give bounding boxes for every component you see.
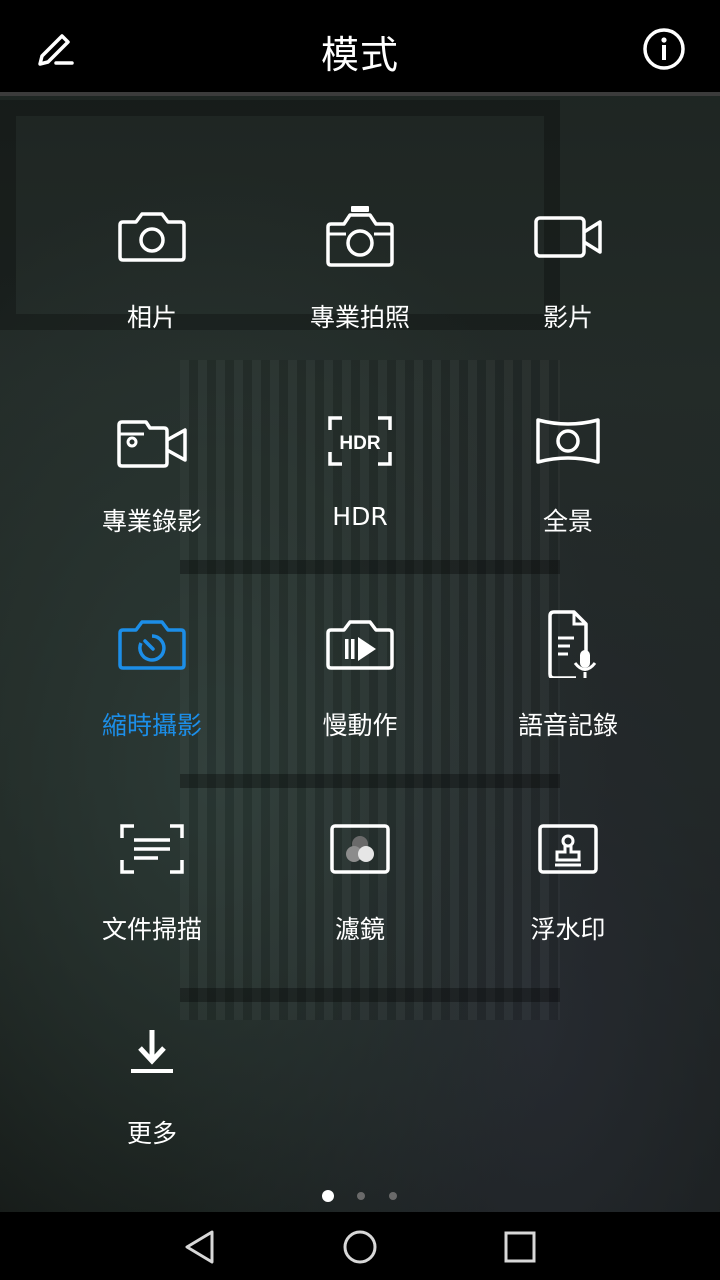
- mode-label: 慢動作: [322, 711, 398, 740]
- info-icon: [643, 28, 685, 70]
- mode-label: 相片: [126, 303, 177, 332]
- mode-label: 縮時攝影: [101, 711, 202, 740]
- mode-label: 濾鏡: [334, 915, 385, 944]
- recents-button[interactable]: [495, 1222, 545, 1272]
- mode-pro-photo[interactable]: 專業拍照: [256, 190, 464, 370]
- top-bar: 模式: [0, 0, 720, 92]
- document-scan-icon: [120, 824, 184, 874]
- panorama-icon: [536, 418, 600, 464]
- mode-video[interactable]: 影片: [464, 190, 672, 370]
- page-dot-active: [322, 1190, 334, 1202]
- mode-more[interactable]: 更多: [48, 1006, 256, 1186]
- mode-slow-motion[interactable]: 慢動作: [256, 598, 464, 778]
- mode-panorama[interactable]: 全景: [464, 394, 672, 574]
- back-button[interactable]: [175, 1222, 225, 1272]
- page-dot: [357, 1192, 365, 1200]
- header-divider: [0, 92, 720, 96]
- navigation-bar: [0, 1212, 720, 1280]
- audio-note-icon: [548, 610, 597, 678]
- watermark-icon: [538, 824, 598, 874]
- mode-photo[interactable]: 相片: [48, 190, 256, 370]
- camera-icon: [118, 212, 186, 262]
- mode-filter[interactable]: 濾鏡: [256, 802, 464, 982]
- mode-watermark[interactable]: 浮水印: [464, 802, 672, 982]
- hdr-icon-text: HDR: [339, 433, 380, 454]
- mode-label: 更多: [126, 1119, 177, 1148]
- mode-label: 專業拍照: [309, 303, 410, 332]
- home-circle-icon: [343, 1230, 377, 1264]
- mode-audio-note[interactable]: 語音記錄: [464, 598, 672, 778]
- info-button[interactable]: [641, 26, 687, 72]
- pro-video-icon: [117, 420, 187, 468]
- mode-label: 全景: [542, 507, 593, 536]
- mode-label: 影片: [542, 303, 593, 332]
- mode-timelapse[interactable]: 縮時攝影: [48, 598, 256, 778]
- mode-label: 浮水印: [530, 915, 606, 944]
- page-dot: [389, 1192, 397, 1200]
- mode-label: 專業錄影: [101, 507, 202, 536]
- download-icon: [131, 1030, 173, 1073]
- mode-document-scan[interactable]: 文件掃描: [48, 802, 256, 982]
- mode-label: 語音記錄: [517, 711, 618, 740]
- page-indicator: [0, 1190, 720, 1202]
- hdr-icon: HDR: [328, 416, 392, 466]
- mode-hdr[interactable]: HDR HDR: [256, 394, 464, 574]
- page-title: 模式: [320, 33, 399, 77]
- pro-camera-icon: [326, 206, 394, 267]
- video-icon: [534, 216, 602, 258]
- recents-square-icon: [504, 1231, 536, 1263]
- filter-icon: [330, 824, 390, 874]
- mode-label: HDR: [332, 502, 388, 531]
- mode-pro-video[interactable]: 專業錄影: [48, 394, 256, 574]
- back-triangle-icon: [185, 1230, 214, 1264]
- slow-motion-icon: [326, 620, 394, 670]
- timelapse-icon: [118, 620, 186, 670]
- mode-label: 文件掃描: [101, 915, 202, 944]
- home-button[interactable]: [335, 1222, 385, 1272]
